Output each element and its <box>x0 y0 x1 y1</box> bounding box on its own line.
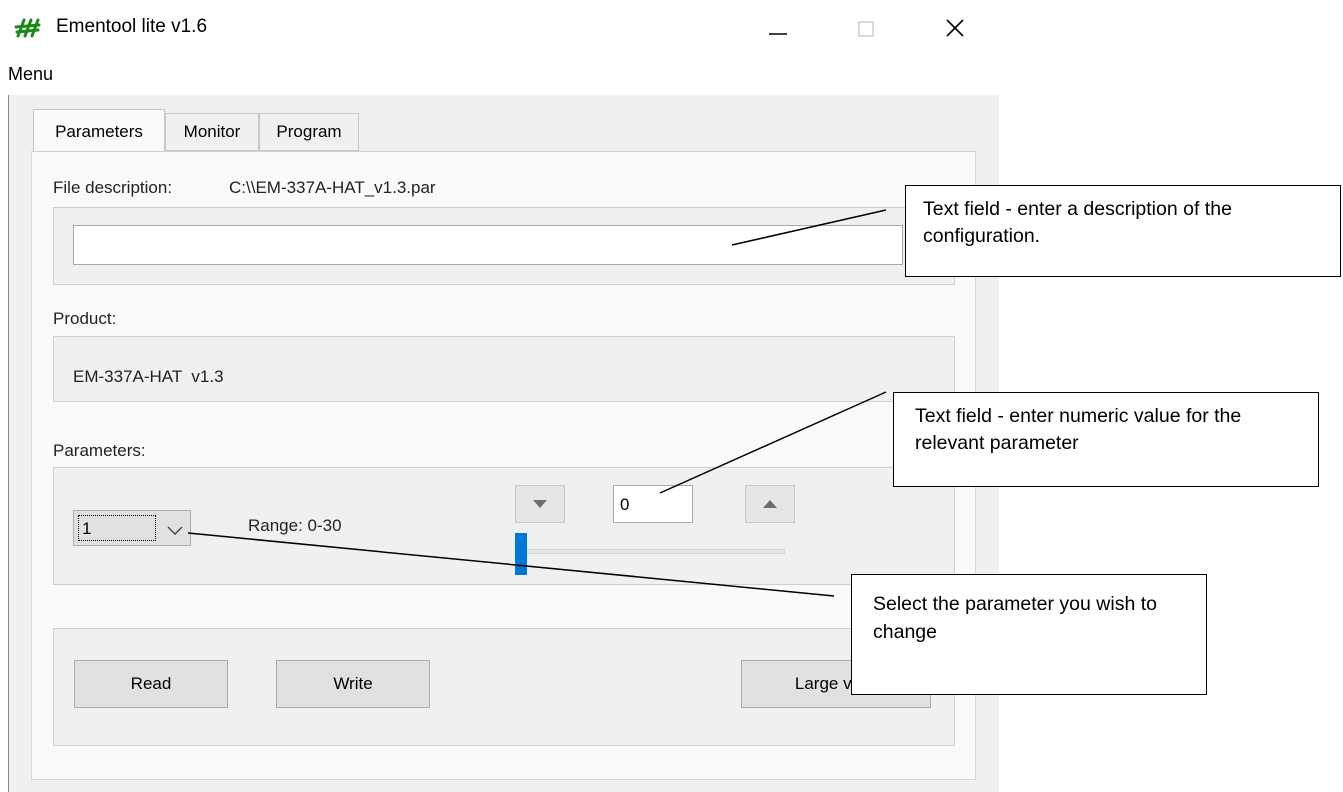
callout-numeric: Text field - enter numeric value for the… <box>893 392 1319 487</box>
callout-select: Select the parameter you wish to change <box>851 574 1207 695</box>
callout-description: Text field - enter a description of the … <box>905 185 1341 277</box>
